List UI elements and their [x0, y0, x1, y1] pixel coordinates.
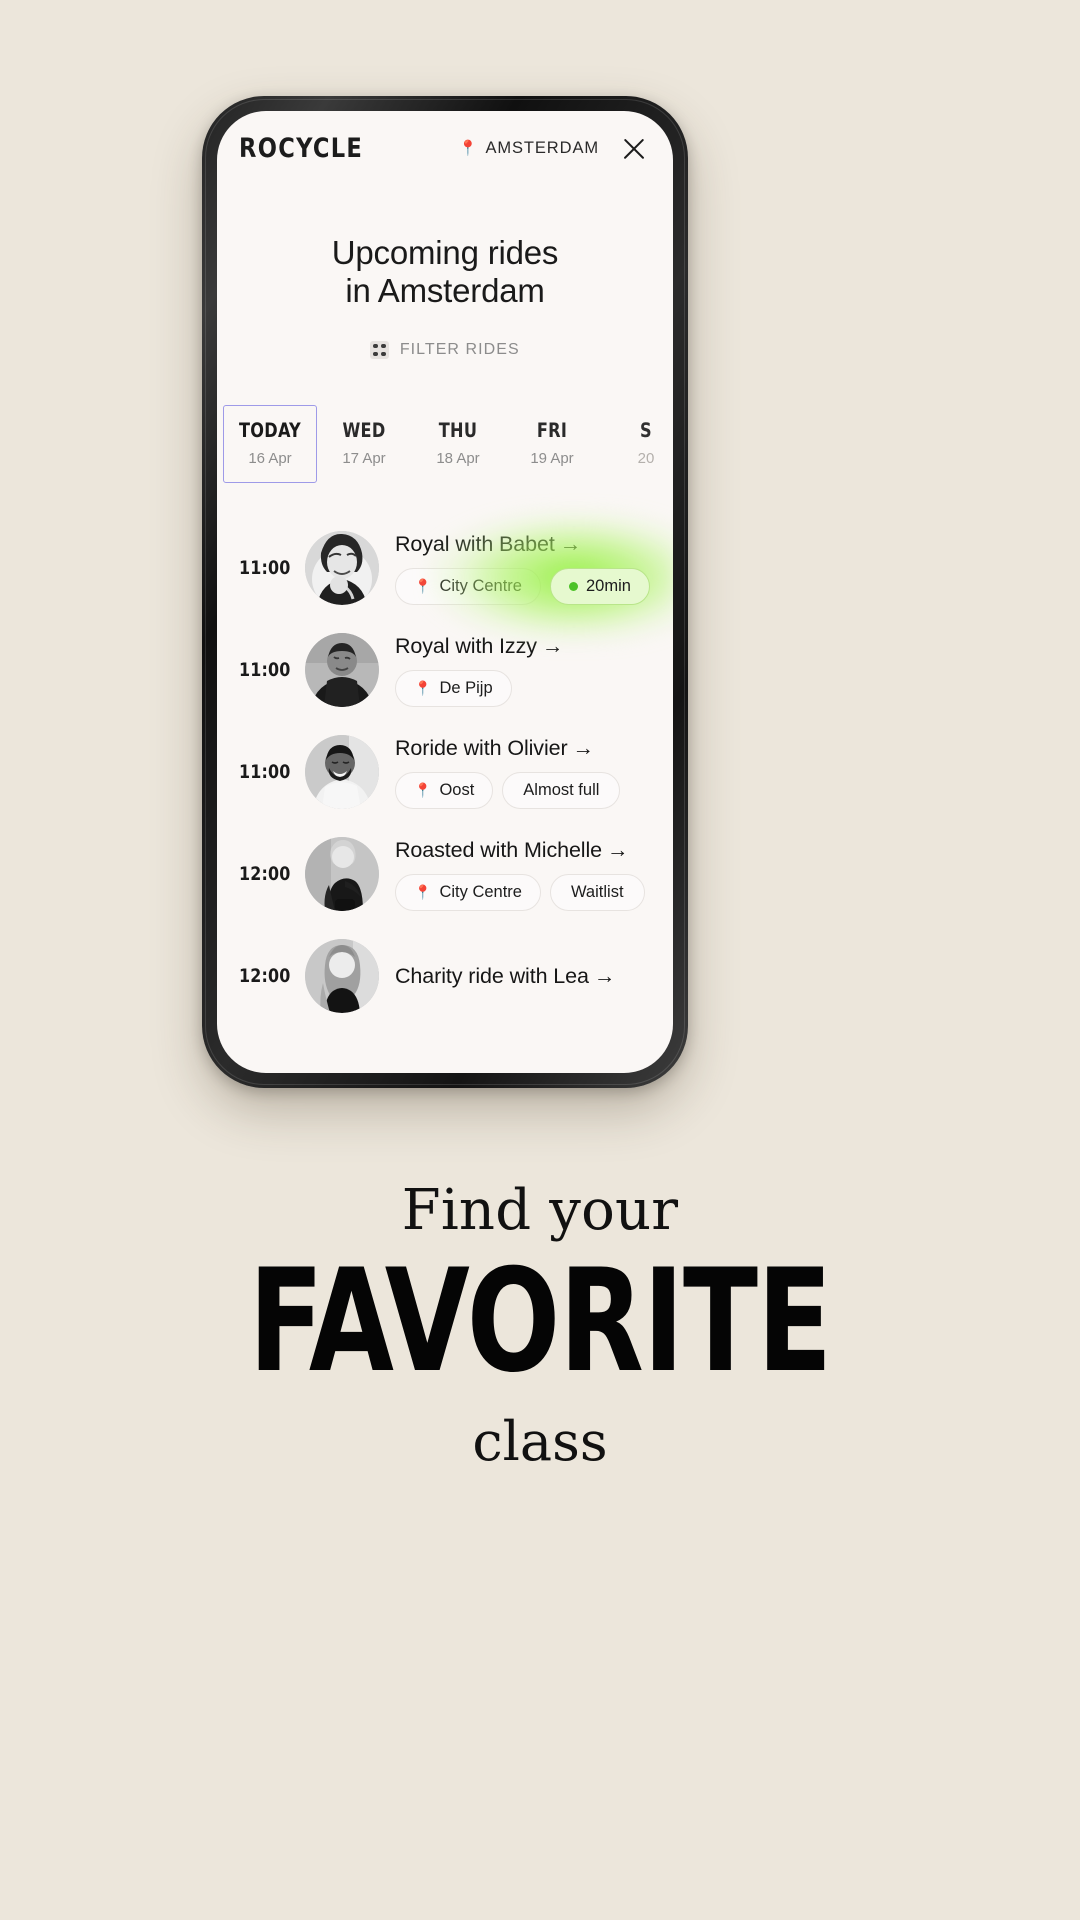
- status-label: Almost full: [523, 780, 600, 799]
- phone-mockup: ROCYCLE 📍 AMSTERDAM Upcoming rides in Am…: [202, 96, 688, 1088]
- day-tab-date: 18 Apr: [436, 450, 480, 468]
- location-label: City Centre: [439, 576, 522, 595]
- marketing-headline: Find your FAVORITE class: [0, 1178, 1080, 1473]
- ride-badges: 📍 City Centre Waitlist: [395, 873, 673, 911]
- app-header: ROCYCLE 📍 AMSTERDAM: [217, 111, 673, 172]
- location-badge: 📍 Oost: [395, 771, 494, 809]
- ride-row[interactable]: 11:00: [217, 511, 673, 644]
- ride-time: 11:00: [239, 557, 291, 580]
- round-pushpin-icon: 📍: [414, 680, 432, 697]
- ride-title-text: Royal with Izzy: [395, 633, 537, 658]
- ride-badges: 📍 City Centre 20min: [395, 567, 673, 605]
- avatar: [305, 939, 379, 1014]
- close-icon[interactable]: [619, 134, 649, 164]
- status-badge: Almost full: [502, 771, 621, 809]
- location-label: City Centre: [439, 882, 522, 901]
- city-label: AMSTERDAM: [485, 139, 599, 157]
- ride-title-text: Charity ride with Lea: [395, 963, 589, 988]
- day-tab-name: S: [640, 419, 652, 443]
- location-label: De Pijp: [439, 678, 493, 697]
- ride-title[interactable]: Royal with Izzy →: [395, 634, 673, 659]
- ride-badges: 📍 Oost Almost full: [395, 771, 673, 809]
- arrow-right-icon: →: [607, 837, 629, 862]
- location-badge: 📍 City Centre: [395, 873, 541, 911]
- arrow-right-icon: →: [572, 735, 595, 760]
- filter-rides-label: FILTER RIDES: [399, 340, 520, 358]
- day-tab-name: TODAY: [239, 419, 301, 443]
- page-title-block: Upcoming rides in Amsterdam FILTER RIDES: [217, 234, 673, 360]
- ride-row[interactable]: 11:00: [217, 721, 673, 823]
- page-title-line1: Upcoming rides: [331, 234, 559, 271]
- day-tab-wed[interactable]: WED 17 Apr: [317, 405, 411, 483]
- ride-details: Charity ride with Lea →: [395, 964, 673, 989]
- avatar: [305, 531, 379, 606]
- ride-title-text: Royal with Babet: [395, 531, 555, 556]
- day-tab-name: WED: [342, 419, 386, 443]
- arrow-right-icon: →: [593, 963, 616, 988]
- ride-row[interactable]: 12:00: [217, 823, 673, 925]
- day-tab-date: 19 Apr: [530, 450, 574, 468]
- ride-title[interactable]: Roride with Olivier →: [395, 736, 673, 761]
- ride-time: 11:00: [239, 659, 291, 682]
- ride-details: Royal with Babet → 📍 City Centre 20min: [395, 532, 673, 605]
- day-tab-sat[interactable]: S 20: [599, 405, 673, 483]
- round-pushpin-icon: 📍: [458, 140, 478, 157]
- ride-time: 11:00: [239, 761, 291, 784]
- day-tab-thu[interactable]: THU 18 Apr: [411, 405, 505, 483]
- app-viewport: ROCYCLE 📍 AMSTERDAM Upcoming rides in Am…: [217, 111, 673, 1073]
- arrow-right-icon: →: [559, 531, 582, 556]
- ride-title[interactable]: Royal with Babet →: [395, 532, 673, 557]
- round-pushpin-icon: 📍: [414, 884, 432, 901]
- page-title: Upcoming rides in Amsterdam: [217, 234, 673, 311]
- status-label: Waitlist: [570, 882, 624, 901]
- green-dot-icon: [568, 581, 578, 591]
- round-pushpin-icon: 📍: [414, 782, 432, 799]
- grid-dots-icon: [370, 340, 389, 360]
- ride-badges: 📍 De Pijp: [395, 669, 673, 707]
- location-label: Oost: [439, 780, 475, 799]
- headline-line2: FAVORITE: [248, 1239, 833, 1404]
- ride-list: 11:00 Royal with Babet → 📍 City Centre 2…: [217, 511, 673, 1027]
- status-badge: Waitlist: [549, 873, 645, 911]
- city-selector[interactable]: 📍 AMSTERDAM: [459, 139, 599, 158]
- day-tab-name: FRI: [536, 419, 568, 443]
- day-tab-date: 17 Apr: [342, 450, 386, 468]
- headline-line1: Find your: [401, 1178, 679, 1243]
- round-pushpin-icon: 📍: [414, 578, 432, 595]
- day-tab-date: 16 Apr: [248, 450, 292, 468]
- avatar: [305, 837, 379, 912]
- brand-logo[interactable]: ROCYCLE: [239, 133, 363, 164]
- avatar: [305, 633, 379, 708]
- page-title-line2: in Amsterdam: [345, 272, 545, 310]
- filter-rides-button[interactable]: FILTER RIDES: [217, 340, 673, 360]
- ride-title-text: Roride with Olivier: [395, 735, 568, 760]
- day-tab-date: 20: [637, 450, 655, 468]
- headline-line3: class: [472, 1409, 608, 1473]
- location-badge: 📍 De Pijp: [395, 669, 512, 707]
- day-tab-today[interactable]: TODAY 16 Apr: [223, 405, 317, 484]
- ride-title-text: Roasted with Michelle: [395, 837, 603, 862]
- ride-details: Roride with Olivier → 📍 Oost Almost full: [395, 736, 673, 809]
- ride-details: Roasted with Michelle → 📍 City Centre Wai…: [395, 838, 673, 911]
- day-tab-fri[interactable]: FRI 19 Apr: [505, 405, 599, 483]
- header-right-group: 📍 AMSTERDAM: [459, 134, 649, 164]
- ride-time: 12:00: [239, 965, 291, 988]
- arrow-right-icon: →: [541, 633, 564, 658]
- ride-details: Royal with Izzy → 📍 De Pijp: [395, 634, 673, 707]
- ride-title[interactable]: Charity ride with Lea →: [395, 964, 673, 989]
- ride-row[interactable]: 12:00: [217, 925, 673, 1027]
- ride-row[interactable]: 11:00: [217, 619, 673, 721]
- status-label: 20min: [585, 576, 631, 595]
- phone-screen: ROCYCLE 📍 AMSTERDAM Upcoming rides in Am…: [217, 111, 673, 1073]
- ride-title[interactable]: Roasted with Michelle →: [395, 838, 673, 863]
- day-tabs[interactable]: TODAY 16 Apr WED 17 Apr THU 18 Apr FRI 1…: [217, 405, 673, 484]
- location-badge: 📍 City Centre: [395, 567, 541, 605]
- status-badge: 20min: [549, 567, 650, 605]
- avatar: [305, 735, 379, 810]
- ride-time: 12:00: [239, 863, 291, 886]
- day-tab-name: THU: [438, 419, 478, 443]
